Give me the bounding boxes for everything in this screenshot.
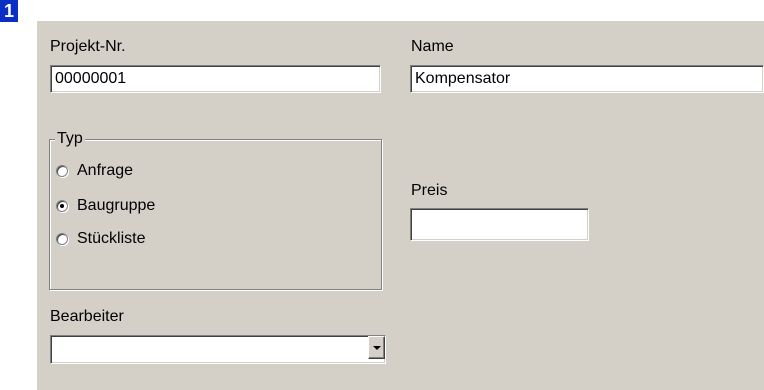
name-input[interactable]: Kompensator (410, 65, 764, 93)
editor-label: Bearbeiter (50, 308, 124, 325)
project-form-panel: Projekt-Nr. 00000001 Name Kompensator Ty… (37, 21, 764, 390)
radio-button-baugruppe[interactable] (56, 200, 68, 212)
step-number-badge: 1 (0, 0, 18, 22)
radio-label-baugruppe: Baugruppe (77, 197, 156, 214)
radio-button-anfrage[interactable] (56, 165, 68, 177)
radio-option-stueckliste[interactable]: Stückliste (56, 228, 145, 250)
radio-option-baugruppe[interactable]: Baugruppe (56, 195, 155, 217)
radio-selected-dot (60, 204, 64, 208)
price-input[interactable] (410, 208, 589, 241)
editor-combobox[interactable] (50, 335, 386, 364)
radio-label-stueckliste: Stückliste (77, 230, 146, 247)
radio-button-stueckliste[interactable] (56, 233, 68, 245)
project-number-label: Projekt-Nr. (50, 38, 126, 55)
chevron-down-icon (372, 345, 381, 350)
radio-option-anfrage[interactable]: Anfrage (56, 160, 133, 182)
page: 1 Projekt-Nr. 00000001 Name Kompensator … (0, 0, 764, 390)
project-number-input[interactable]: 00000001 (50, 65, 381, 93)
dropdown-button[interactable] (368, 336, 385, 359)
type-groupbox: Typ Anfrage Baugruppe Stückliste (49, 130, 382, 290)
name-label: Name (411, 38, 454, 55)
price-label: Preis (411, 182, 448, 199)
type-group-title: Typ (55, 130, 85, 148)
radio-label-anfrage: Anfrage (77, 162, 134, 179)
